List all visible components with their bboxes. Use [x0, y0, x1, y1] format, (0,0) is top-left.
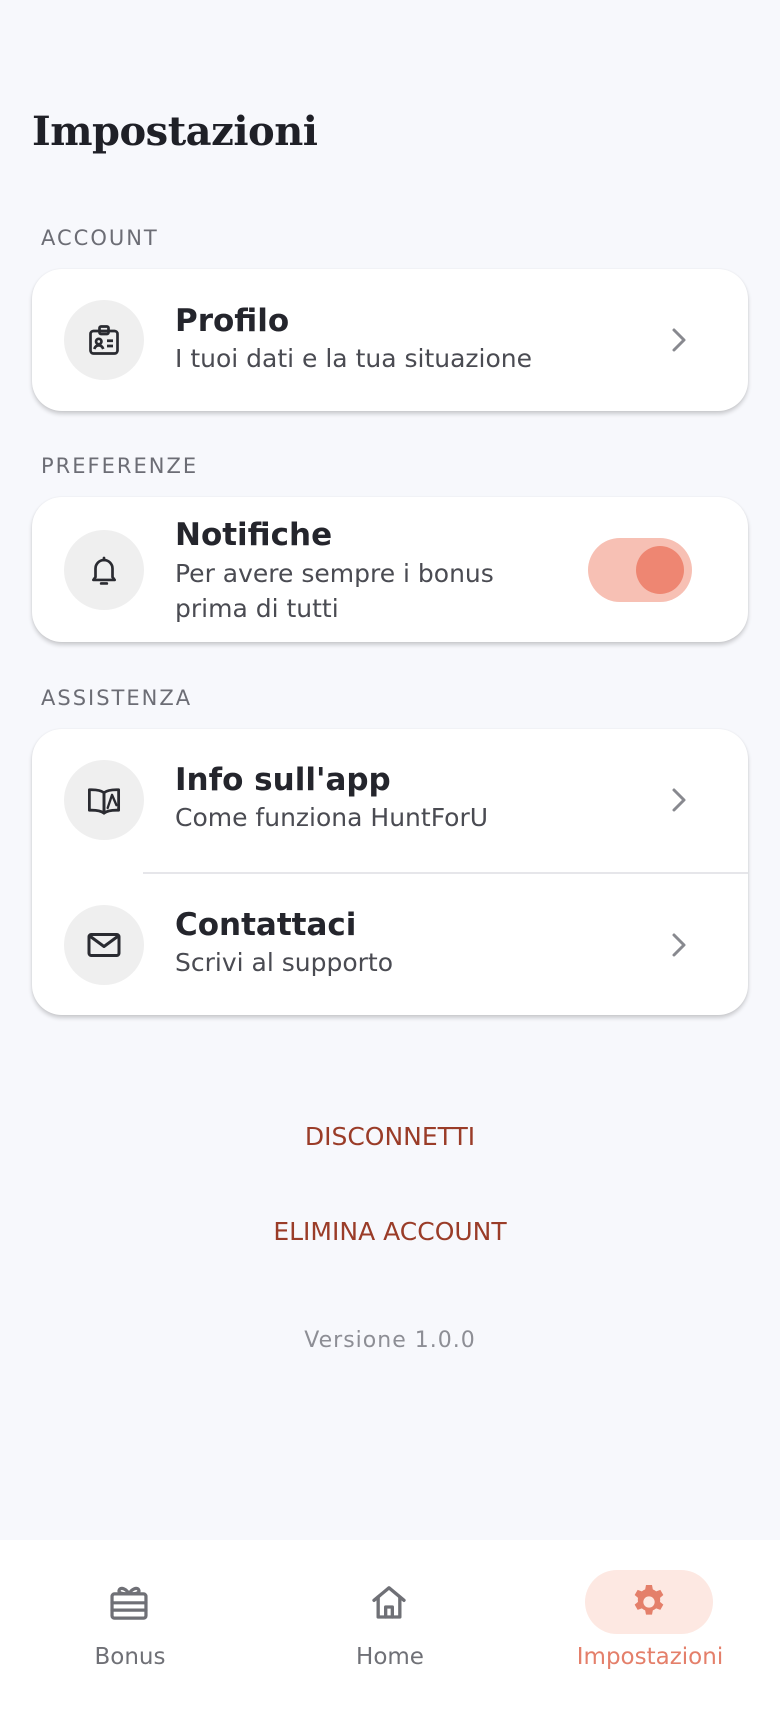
chevron-right-icon	[666, 932, 692, 958]
row-subtitle: Per avere sempre i bonus prima di tutti	[175, 559, 494, 623]
nav-item-bonus[interactable]: Bonus	[0, 1540, 260, 1733]
support-card: Info sull'app Come funziona HuntForU Con…	[32, 729, 748, 1015]
row-subtitle: Scrivi al supporto	[175, 948, 394, 977]
preferences-card: Notifiche Per avere sempre i bonus prima…	[32, 497, 748, 642]
book-icon	[64, 760, 144, 840]
gift-icon	[65, 1570, 193, 1634]
gear-icon	[585, 1570, 713, 1634]
settings-row-contact[interactable]: Contattaci Scrivi al supporto	[32, 874, 748, 1015]
notifications-toggle[interactable]	[588, 538, 692, 602]
logout-button[interactable]: DISCONNETTI	[0, 1122, 780, 1151]
row-subtitle: I tuoi dati e la tua situazione	[175, 344, 533, 373]
bell-icon	[64, 530, 144, 610]
row-title: Profilo	[175, 303, 290, 339]
id-badge-icon	[64, 300, 144, 380]
row-title: Contattaci	[175, 907, 357, 943]
row-title: Info sull'app	[175, 762, 391, 798]
chevron-right-icon	[666, 327, 692, 353]
toggle-knob	[636, 546, 684, 594]
nav-item-settings[interactable]: Impostazioni	[520, 1540, 780, 1733]
bottom-nav: Bonus Home Impostazioni	[0, 1540, 780, 1733]
section-label-preferenze: PREFERENZE	[41, 454, 199, 478]
mail-icon	[64, 905, 144, 985]
app-version: Versione 1.0.0	[304, 1328, 476, 1353]
settings-row-notifications: Notifiche Per avere sempre i bonus prima…	[32, 497, 748, 642]
nav-label: Bonus	[94, 1644, 166, 1670]
nav-label: Impostazioni	[576, 1644, 724, 1670]
section-label-account: ACCOUNT	[41, 226, 159, 250]
delete-account-button[interactable]: ELIMINA ACCOUNT	[0, 1217, 780, 1246]
home-icon	[325, 1570, 453, 1634]
settings-row-app-info[interactable]: Info sull'app Come funziona HuntForU	[32, 729, 748, 872]
row-subtitle: Come funziona HuntForU	[175, 803, 489, 832]
chevron-right-icon	[666, 787, 692, 813]
row-title: Notifiche	[175, 517, 333, 553]
account-card: Profilo I tuoi dati e la tua situazione	[32, 269, 748, 411]
nav-item-home[interactable]: Home	[260, 1540, 520, 1733]
page-title: Impostazioni	[32, 108, 318, 155]
settings-row-profile[interactable]: Profilo I tuoi dati e la tua situazione	[32, 269, 748, 411]
section-label-assistenza: ASSISTENZA	[41, 686, 193, 710]
nav-label: Home	[356, 1644, 424, 1670]
